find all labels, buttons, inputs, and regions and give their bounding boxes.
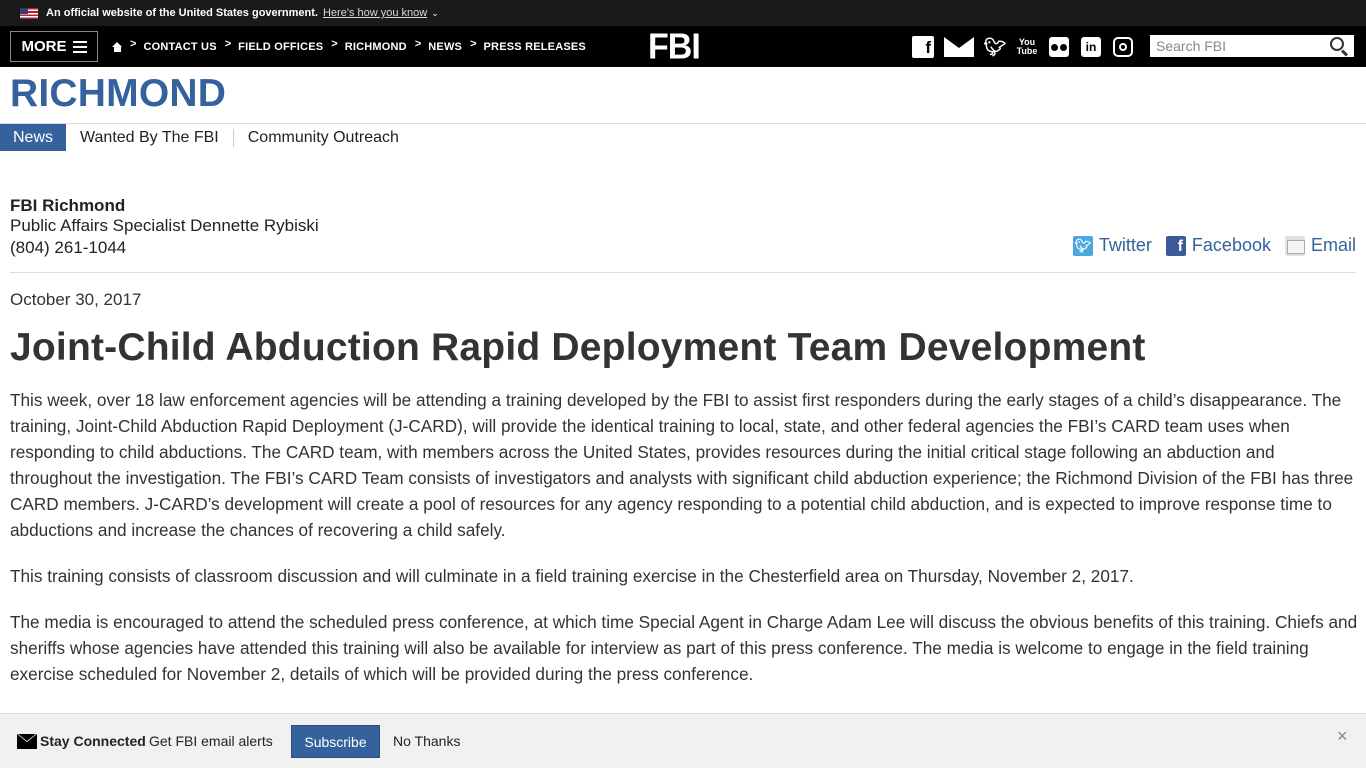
share-links: 🐦︎ Twitter f Facebook Email	[1059, 235, 1356, 256]
youtube-icon[interactable]: You Tube	[1016, 36, 1038, 58]
chevron-right-icon: >	[130, 37, 137, 50]
breadcrumb-news[interactable]: NEWS	[428, 41, 462, 53]
search-input[interactable]	[1150, 36, 1320, 56]
chevron-right-icon: >	[470, 37, 477, 50]
divider	[10, 272, 1356, 273]
more-label: MORE	[21, 38, 67, 55]
stay-connected-title: Stay Connected	[40, 733, 146, 749]
share-facebook[interactable]: f Facebook	[1165, 235, 1271, 256]
search-icon[interactable]	[1330, 37, 1344, 51]
article-body: This week, over 18 law enforcement agenc…	[10, 387, 1360, 753]
article-headline: Joint-Child Abduction Rapid Deployment T…	[10, 326, 1146, 369]
facebook-icon: f	[1165, 235, 1186, 256]
hamburger-icon	[72, 40, 87, 53]
facebook-icon[interactable]: f	[912, 36, 934, 58]
home-icon[interactable]	[112, 41, 123, 52]
stay-connected-text: Get FBI email alerts	[149, 733, 273, 749]
share-email[interactable]: Email	[1284, 235, 1356, 256]
more-menu-button[interactable]: MORE	[10, 31, 98, 62]
share-facebook-label: Facebook	[1191, 235, 1271, 255]
contact-phone: (804) 261-1044	[10, 238, 127, 257]
share-twitter[interactable]: 🐦︎ Twitter	[1072, 235, 1152, 256]
linkedin-icon[interactable]: in	[1080, 36, 1102, 58]
contact-person: Public Affairs Specialist Dennette Rybis…	[10, 216, 319, 235]
us-flag-icon	[20, 7, 38, 19]
close-icon[interactable]: ×	[1337, 726, 1348, 747]
instagram-icon[interactable]	[1112, 36, 1134, 58]
tab-wanted-by-the-fbi[interactable]: Wanted By The FBI	[66, 124, 233, 151]
breadcrumb-richmond[interactable]: RICHMOND	[345, 41, 407, 53]
chevron-right-icon: >	[414, 37, 422, 50]
share-twitter-label: Twitter	[1098, 235, 1152, 255]
twitter-icon: 🐦︎	[1072, 235, 1093, 256]
tab-news[interactable]: News	[0, 124, 67, 151]
chevron-right-icon: >	[224, 37, 232, 50]
contact-org: FBI Richmond	[10, 196, 126, 215]
share-email-label: Email	[1310, 235, 1356, 255]
email-icon	[1284, 235, 1305, 256]
chevron-right-icon: >	[331, 37, 338, 50]
article-paragraph: The media is encouraged to attend the sc…	[10, 612, 1358, 684]
gov-banner-text: An official website of the United States…	[46, 7, 318, 19]
email-icon[interactable]	[944, 36, 974, 58]
main-nav: MORE > CONTACT US > FIELD OFFICES > RICH…	[0, 26, 1366, 67]
page-title[interactable]: RICHMOND	[10, 72, 226, 116]
gov-banner: An official website of the United States…	[0, 0, 1366, 26]
envelope-icon	[17, 734, 37, 749]
social-links: f 🐦︎ You Tube in	[912, 35, 1144, 59]
article-date: October 30, 2017	[10, 290, 142, 309]
breadcrumb-press-releases[interactable]: PRESS RELEASES	[484, 41, 586, 53]
office-subnav: News Wanted By The FBI Community Outreac…	[0, 124, 413, 151]
twitter-icon[interactable]: 🐦︎	[984, 36, 1007, 58]
breadcrumb-contact-us[interactable]: CONTACT US	[143, 41, 216, 53]
subscribe-button[interactable]: Subscribe	[291, 725, 380, 758]
flickr-icon[interactable]	[1048, 36, 1070, 58]
fbi-logo[interactable]: FBI	[648, 27, 701, 68]
breadcrumb: > CONTACT US > FIELD OFFICES > RICHMOND …	[112, 26, 594, 67]
heres-how-you-know-link[interactable]: Here's how you know	[323, 7, 427, 19]
tab-community-outreach[interactable]: Community Outreach	[234, 124, 413, 151]
no-thanks-button[interactable]: No Thanks	[393, 733, 460, 749]
stay-connected-bar: Stay Connected Get FBI email alerts Subs…	[0, 713, 1366, 768]
chevron-down-icon[interactable]: ⌄	[431, 8, 439, 19]
article-paragraph: This week, over 18 law enforcement agenc…	[10, 390, 1354, 540]
search-box	[1150, 35, 1354, 57]
article-paragraph: This training consists of classroom disc…	[10, 566, 1134, 586]
breadcrumb-field-offices[interactable]: FIELD OFFICES	[238, 41, 323, 53]
